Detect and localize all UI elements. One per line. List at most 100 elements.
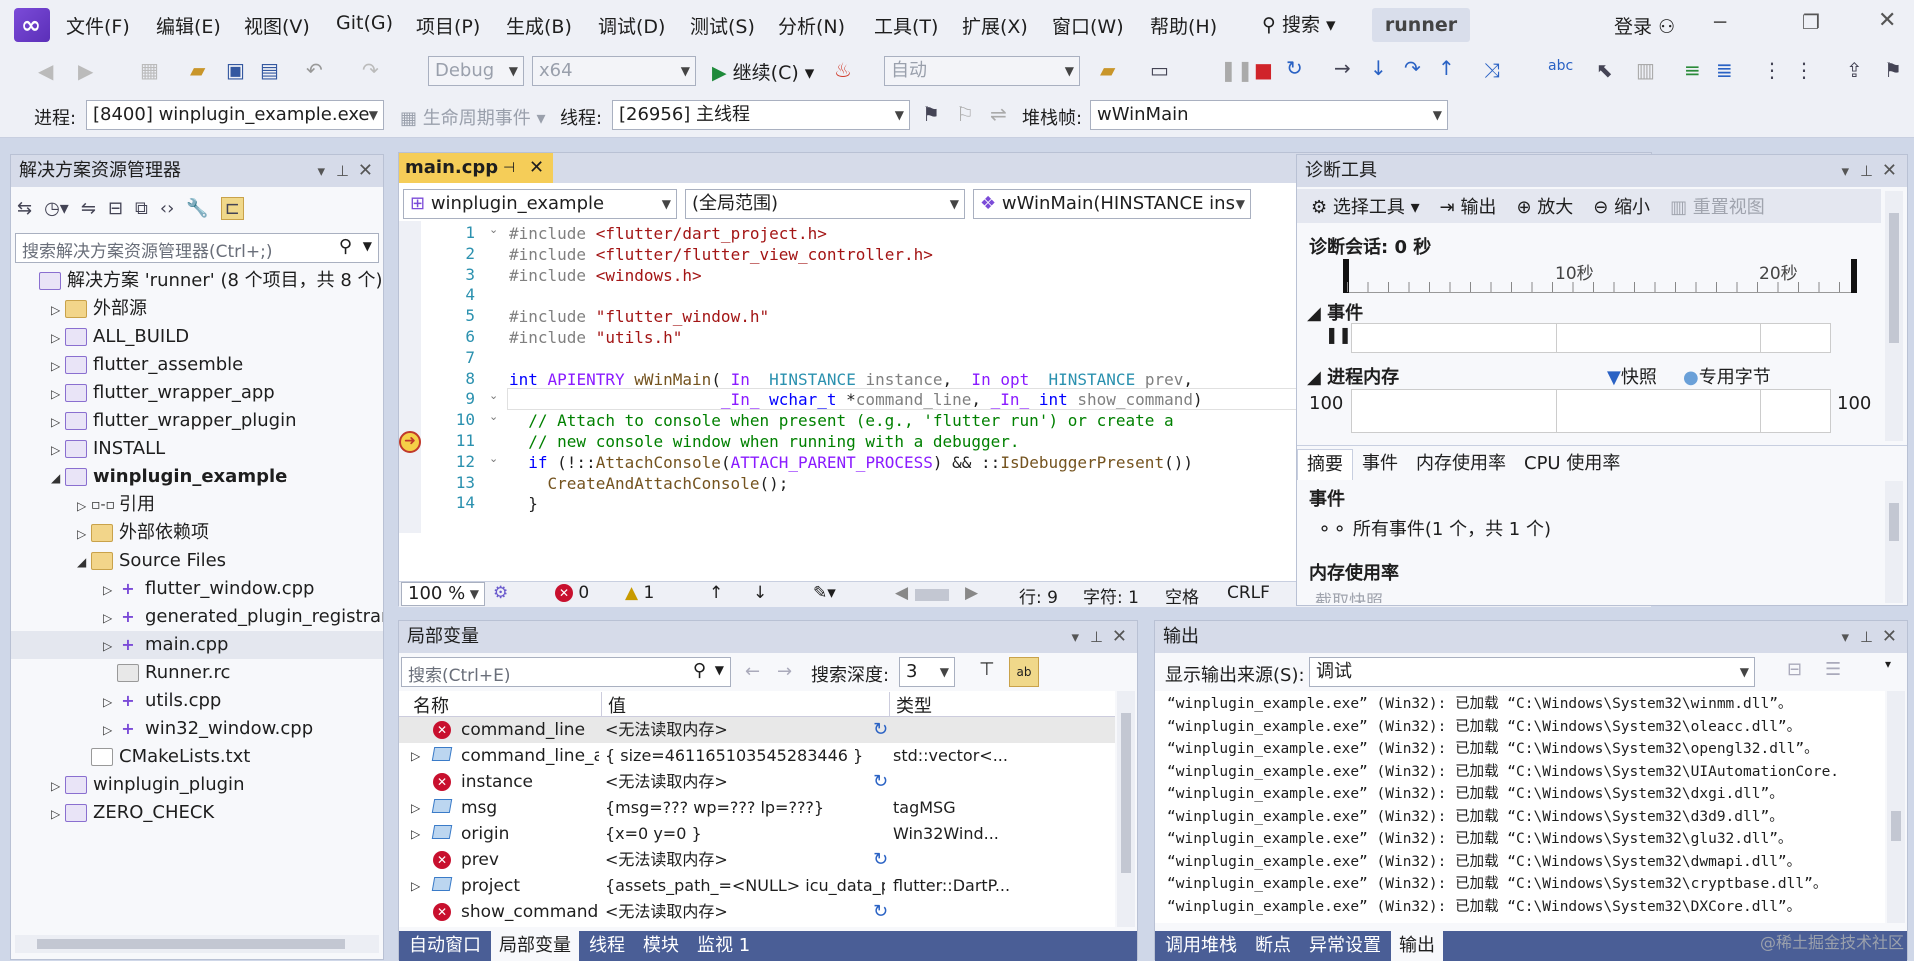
variable-value[interactable]: { size=461165103545283446 } xyxy=(605,743,885,769)
tree-item[interactable]: ◢ winplugin_example xyxy=(51,463,287,491)
diag-tab-0[interactable]: 摘要 xyxy=(1297,448,1353,480)
code-line[interactable]: #include <windows.h> xyxy=(509,265,702,286)
menu-item-1[interactable]: 编辑(E) xyxy=(156,12,221,39)
menu-item-0[interactable]: 文件(F) xyxy=(66,12,130,39)
locals-tab-4[interactable]: 监视 1 xyxy=(689,931,758,961)
minimize-button[interactable]: ─ xyxy=(1714,10,1726,34)
expand-icon[interactable]: ▷ xyxy=(411,873,420,899)
tree-item[interactable]: ▷ + utils.cpp xyxy=(103,687,221,715)
tree-item[interactable]: ▷ flutter_wrapper_plugin xyxy=(51,407,296,435)
solution-search-input[interactable]: 搜索解决方案资源管理器(Ctrl+;) ⚲ ▼ xyxy=(15,233,379,263)
tree-item[interactable]: ◢ Source Files xyxy=(77,547,226,575)
process-memory-header[interactable]: ◢ 进程内存 xyxy=(1307,363,1399,389)
view-as-hex-icon[interactable]: ab xyxy=(1009,657,1039,687)
pin-to-source-icon[interactable]: ⊤ xyxy=(979,659,995,680)
next-issue-icon[interactable]: ↓ xyxy=(753,583,767,603)
close-icon[interactable]: ✕ xyxy=(1882,155,1897,187)
code-line[interactable]: #include <flutter/dart_project.h> xyxy=(509,223,827,244)
menu-item-9[interactable]: 工具(T) xyxy=(874,12,938,39)
tree-item[interactable]: ▷ winplugin_plugin xyxy=(51,771,244,799)
expand-icon[interactable]: ▷ xyxy=(51,408,65,436)
code-line[interactable]: if (!::AttachConsole(ATTACH_PARENT_PROCE… xyxy=(509,452,1193,473)
restore-button[interactable]: ❐ xyxy=(1802,10,1820,34)
fold-icon[interactable]: ⌄ xyxy=(489,452,498,465)
lifecycle-events-button[interactable]: ▦ 生命周期事件 ▾ xyxy=(400,104,546,130)
diag-tab-1[interactable]: 事件 xyxy=(1353,449,1407,479)
platform-combo[interactable]: x64 ▼ xyxy=(532,56,696,86)
uncomment-icon[interactable]: ⋮ xyxy=(1794,58,1814,82)
horizontal-scroll-thumb[interactable] xyxy=(915,589,949,601)
undo-icon[interactable]: ↶ xyxy=(306,58,323,82)
pause-icon[interactable]: ❚❚ xyxy=(1220,58,1254,82)
open-folder-icon[interactable]: ▰ xyxy=(190,58,205,82)
expand-icon[interactable]: ▷ xyxy=(51,436,65,464)
error-count[interactable]: ✕ 0 xyxy=(555,583,589,603)
expand-icon[interactable]: ▷ xyxy=(103,604,117,632)
tree-item[interactable]: 解决方案 'runner' (8 个项目，共 8 个) xyxy=(25,267,383,295)
variable-value[interactable]: <无法读取内存> xyxy=(605,899,885,925)
output-tab-3[interactable]: 输出 xyxy=(1391,931,1443,961)
history-icon[interactable]: ◷▾ xyxy=(44,198,69,219)
pin-icon[interactable]: ⊥ xyxy=(1860,155,1873,187)
forward-icon[interactable]: ▶ xyxy=(78,59,93,83)
hot-reload-icon[interactable]: ♨ xyxy=(834,58,852,82)
menu-item-8[interactable]: 分析(N) xyxy=(778,12,845,39)
new-project-icon[interactable]: ▦ xyxy=(140,58,159,82)
column-name[interactable]: 名称 xyxy=(413,692,449,718)
code-line[interactable]: #include <flutter/flutter_view_controlle… xyxy=(509,244,933,265)
expand-icon[interactable]: ▷ xyxy=(77,520,91,548)
search-options-icon[interactable]: ▼ xyxy=(363,239,372,253)
timeline-ruler[interactable]: 10秒 20秒 xyxy=(1343,259,1857,293)
tree-item[interactable]: Runner.rc xyxy=(103,659,230,687)
diag-tab-2[interactable]: 内存使用率 xyxy=(1407,449,1515,479)
process-combo[interactable]: [8400] winplugin_example.exe ▼ xyxy=(86,100,384,130)
toolbar-overflow-icon[interactable]: ▾ xyxy=(1885,657,1891,671)
panel-menu-icon[interactable]: ▾ xyxy=(317,155,325,187)
expand-icon[interactable]: ▷ xyxy=(51,352,65,380)
expand-icon[interactable]: ▷ xyxy=(51,772,65,800)
locals-row[interactable]: ✕ show_command <无法读取内存> ↻ xyxy=(399,899,1115,925)
thread-combo[interactable]: [26956] 主线程 ▼ xyxy=(612,100,910,130)
whitespace-indicator[interactable]: 空格 xyxy=(1165,583,1199,608)
locals-row[interactable]: ▷ project {assets_path_=<NULL> icu_data_pa… xyxy=(399,873,1115,899)
fold-icon[interactable]: ⌄ xyxy=(489,410,498,423)
locals-tab-3[interactable]: 模块 xyxy=(635,931,687,961)
expand-icon[interactable]: ◢ xyxy=(51,464,65,492)
expand-icon[interactable]: ▷ xyxy=(77,492,91,520)
menu-item-4[interactable]: 项目(P) xyxy=(416,12,480,39)
menu-item-11[interactable]: 窗口(W) xyxy=(1052,12,1124,39)
close-icon[interactable]: ✕ xyxy=(1882,621,1897,653)
search-options-icon[interactable]: ▼ xyxy=(715,663,724,677)
outdent-icon[interactable]: ≣ xyxy=(1716,58,1733,82)
column-value[interactable]: 值 xyxy=(601,692,626,718)
take-snapshot-button[interactable]: 截取快照 xyxy=(1315,587,1475,603)
switch-views-icon[interactable]: ⇆ xyxy=(17,198,32,219)
expand-icon[interactable]: ▷ xyxy=(51,296,65,324)
flag-thread-icon[interactable]: ⚑ xyxy=(922,102,940,126)
output-scrollbar[interactable] xyxy=(1887,691,1905,923)
panel-menu-icon[interactable]: ▾ xyxy=(1841,155,1849,187)
layout-icon[interactable]: ▭ xyxy=(1150,58,1169,82)
reset-view-button[interactable]: ▥ 重置视图 xyxy=(1670,193,1765,219)
locals-row[interactable]: ▷ msg {msg=??? wp=??? lp=???} tagMSG xyxy=(399,795,1115,821)
expand-icon[interactable]: ▷ xyxy=(103,576,117,604)
continue-button[interactable]: ▶ 继续(C) ▾ xyxy=(712,58,814,85)
bookmark-icon[interactable]: ▥ xyxy=(1636,58,1655,82)
variable-value[interactable]: <无法读取内存> xyxy=(605,769,885,795)
collapse-all-icon[interactable]: ⊟ xyxy=(108,198,123,219)
refresh-icon[interactable]: ↻ xyxy=(873,769,888,795)
variable-value[interactable]: <无法读取内存> xyxy=(605,847,885,873)
warning-count[interactable]: ▲ 1 xyxy=(625,583,654,603)
menu-item-10[interactable]: 扩展(X) xyxy=(962,12,1028,39)
scroll-left-icon[interactable]: ◀ xyxy=(895,583,908,603)
close-icon[interactable]: ✕ xyxy=(358,155,373,187)
line-indicator[interactable]: 行: 9 xyxy=(1019,583,1058,608)
restart-icon[interactable]: ↻ xyxy=(1286,56,1303,80)
code-line[interactable]: #include "utils.h" xyxy=(509,327,682,348)
horizontal-scrollbar[interactable] xyxy=(15,935,379,953)
expand-icon[interactable]: ▷ xyxy=(51,380,65,408)
login-button[interactable]: 登录 ⚇ xyxy=(1614,12,1675,39)
refresh-icon[interactable]: ↻ xyxy=(873,717,888,743)
menu-item-5[interactable]: 生成(B) xyxy=(506,12,572,39)
menu-item-6[interactable]: 调试(D) xyxy=(598,12,665,39)
